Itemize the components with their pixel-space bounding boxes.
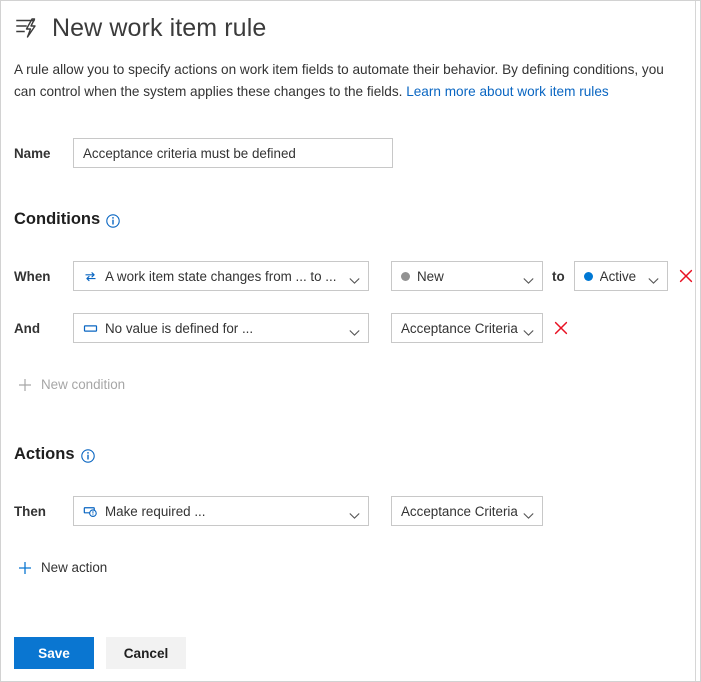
actions-heading: Actions <box>14 445 95 464</box>
action-operation-dropdown[interactable]: Make required ... <box>73 496 369 526</box>
make-required-icon <box>83 504 98 519</box>
state-dot-icon <box>583 271 593 281</box>
state-transition-icon <box>83 269 98 284</box>
remove-condition-icon[interactable] <box>553 320 569 336</box>
state-dot-icon <box>401 271 410 281</box>
state-joiner-label: to <box>552 268 565 284</box>
from-state-dropdown[interactable]: New <box>391 261 543 291</box>
chevron-down-icon <box>523 325 534 336</box>
name-row: Name <box>14 138 393 168</box>
cancel-button[interactable]: Cancel <box>106 637 186 669</box>
name-label: Name <box>14 145 51 161</box>
condition-operation-value: A work item state changes from ... to ..… <box>105 268 337 284</box>
condition2-operation-value: No value is defined for ... <box>105 320 254 336</box>
dialog-header: New work item rule <box>14 13 266 43</box>
from-state-value: New <box>417 268 444 284</box>
rule-name-input[interactable] <box>73 138 393 168</box>
condition-row-when: When A work item state changes from ... … <box>14 261 694 291</box>
description-text: A rule allow you to specify actions on w… <box>14 59 674 103</box>
chevron-down-icon <box>349 325 360 336</box>
page-title: New work item rule <box>52 14 267 42</box>
learn-more-link[interactable]: Learn more about work item rules <box>406 84 609 99</box>
new-work-item-rule-dialog: New work item rule A rule allow you to s… <box>0 0 701 682</box>
chevron-down-icon <box>523 273 534 284</box>
plus-icon <box>18 378 32 392</box>
action-row-then: Then Make required ... Acceptance Criter… <box>14 496 543 526</box>
conditions-heading: Conditions <box>14 210 120 229</box>
to-state-value: Active <box>599 268 637 284</box>
new-action-button[interactable]: New action <box>18 560 107 575</box>
info-icon[interactable] <box>106 213 120 228</box>
chevron-down-icon <box>648 273 659 284</box>
new-condition-button[interactable]: New condition <box>18 377 125 392</box>
action-operation-value: Make required ... <box>105 503 206 519</box>
field-icon <box>83 321 98 336</box>
condition-row-and: And No value is defined for ... Acceptan… <box>14 313 569 343</box>
chevron-down-icon <box>349 508 360 519</box>
to-state-dropdown[interactable]: Active <box>573 261 668 291</box>
dialog-footer: Save Cancel <box>14 637 186 669</box>
action-field-dropdown[interactable]: Acceptance Criteria <box>391 496 543 526</box>
plus-icon <box>18 561 32 575</box>
info-icon[interactable] <box>80 448 95 463</box>
actions-title: Actions <box>14 445 75 463</box>
dialog-pane: New work item rule A rule allow you to s… <box>1 1 696 681</box>
condition-operation-dropdown[interactable]: A work item state changes from ... to ..… <box>73 261 369 291</box>
action-field-value: Acceptance Criteria <box>401 503 518 519</box>
condition-prefix-and: And <box>14 320 41 336</box>
conditions-title: Conditions <box>14 210 101 228</box>
condition2-field-value: Acceptance Criteria <box>401 320 518 336</box>
work-item-rule-icon <box>14 14 42 42</box>
save-button[interactable]: Save <box>14 637 94 669</box>
condition2-field-dropdown[interactable]: Acceptance Criteria <box>391 313 543 343</box>
chevron-down-icon <box>523 508 534 519</box>
remove-condition-icon[interactable] <box>678 268 694 284</box>
action-prefix-then: Then <box>14 503 46 519</box>
chevron-down-icon <box>349 273 360 284</box>
new-action-label: New action <box>41 560 108 575</box>
new-condition-label: New condition <box>41 377 126 392</box>
condition2-operation-dropdown[interactable]: No value is defined for ... <box>73 313 369 343</box>
condition-prefix-when: When <box>14 268 51 284</box>
